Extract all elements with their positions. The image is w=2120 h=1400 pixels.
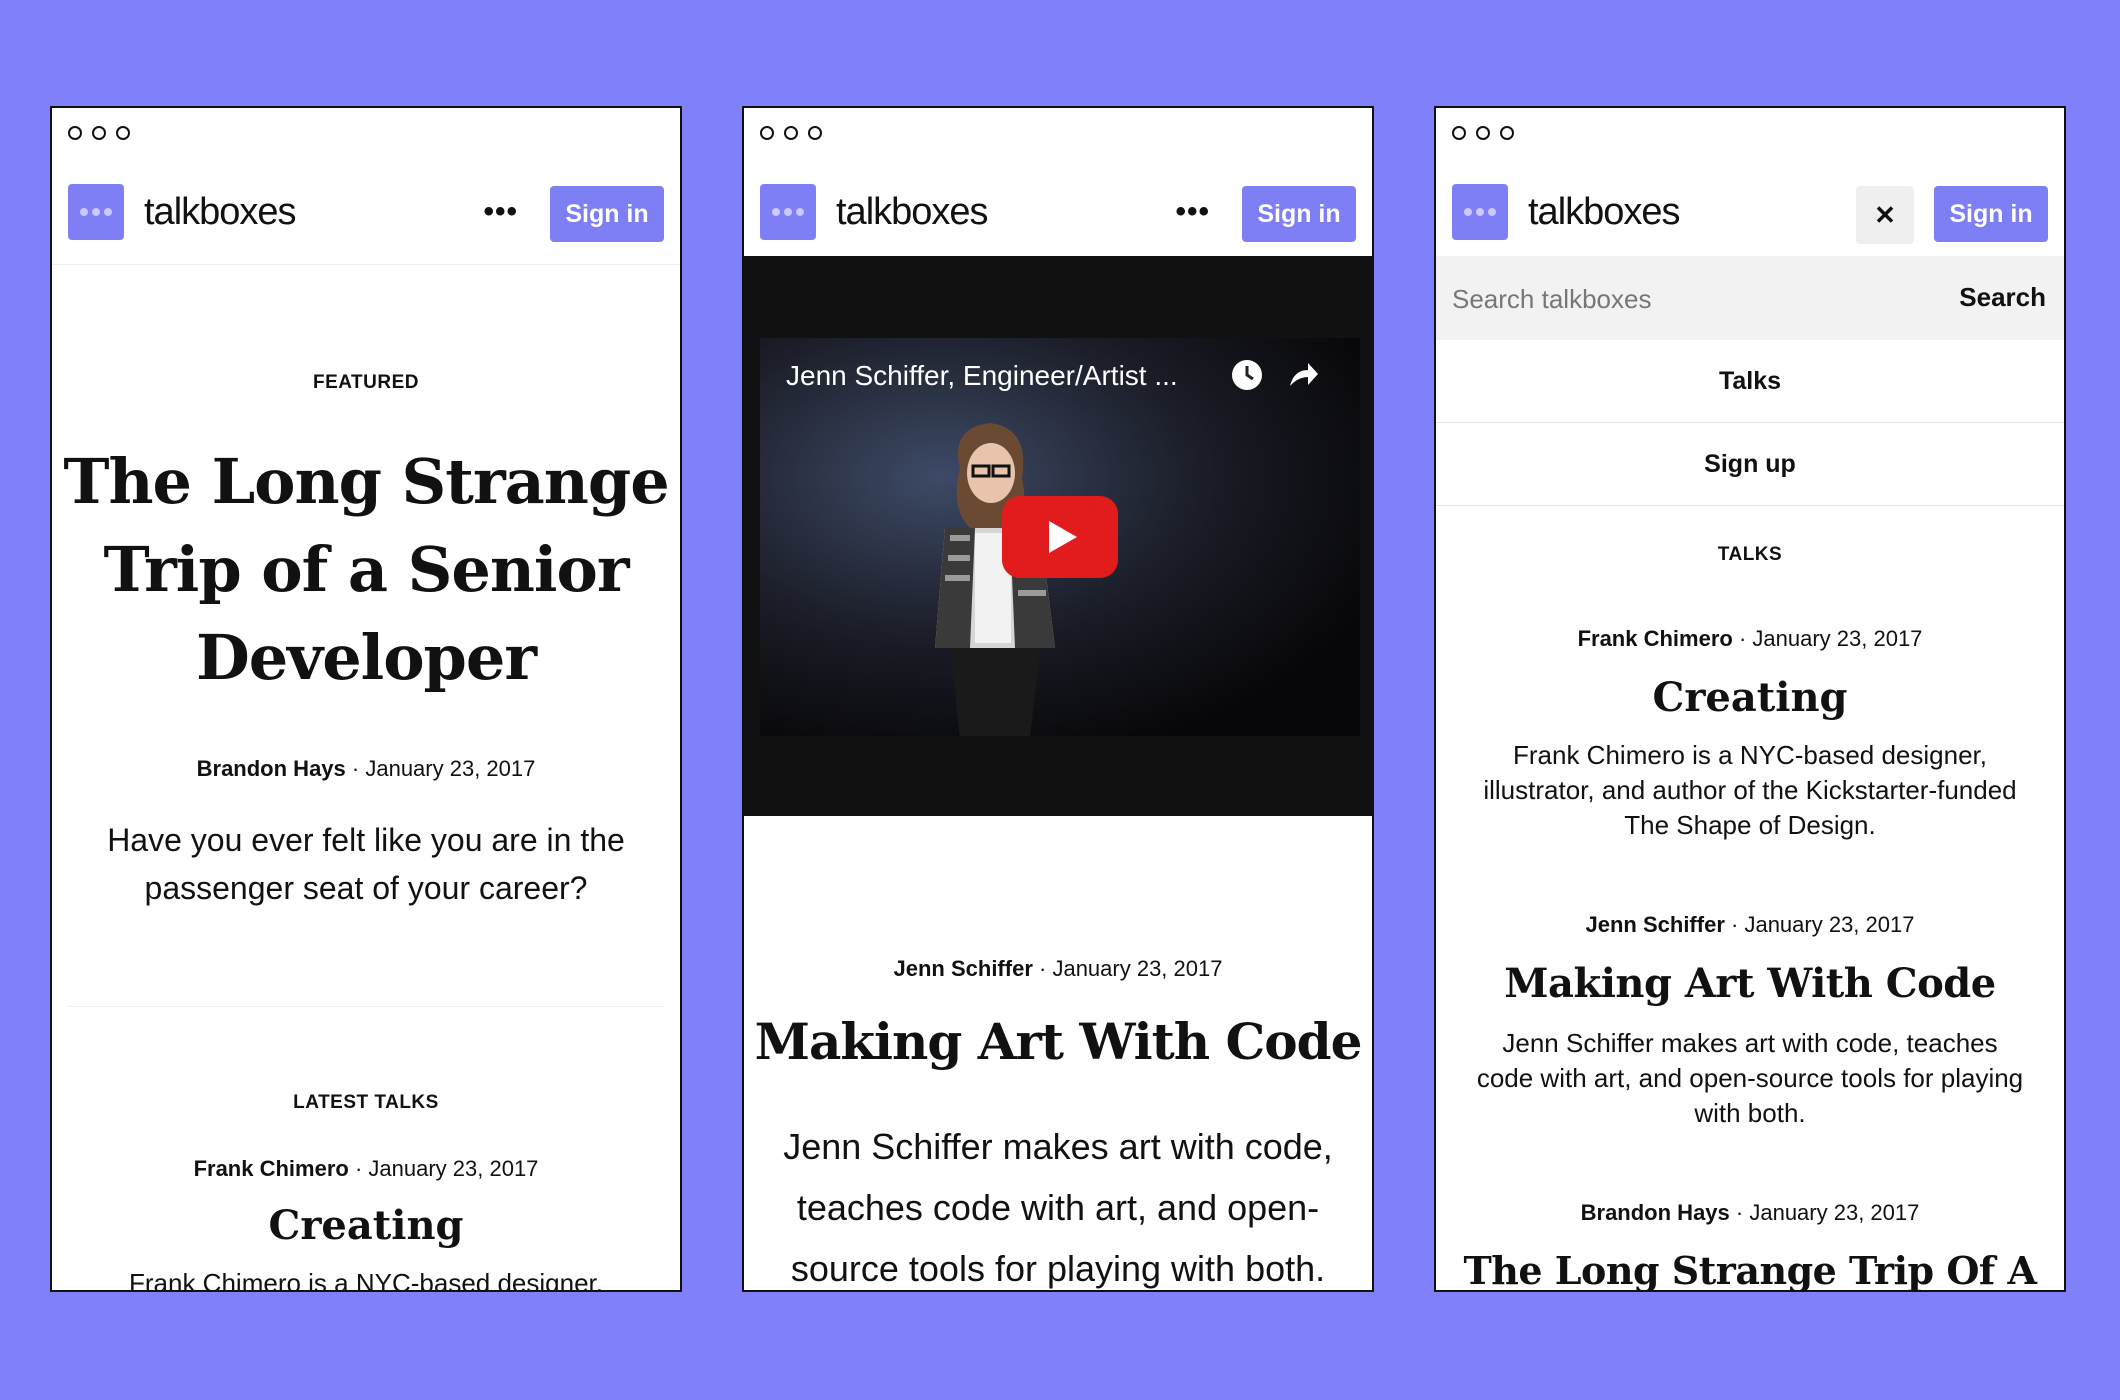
author-name[interactable]: Brandon Hays [197, 756, 346, 781]
more-menu-icon[interactable]: ••• [483, 197, 518, 227]
divider [68, 1006, 664, 1007]
talk-byline: Brandon Hays · January 23, 2017 [1436, 1200, 2064, 1226]
window-dot[interactable] [1452, 126, 1466, 140]
window-dot[interactable] [92, 126, 106, 140]
top-nav: talkboxes ✕ Sign in [1436, 180, 2064, 264]
phone-screen-featured: talkboxes ••• Sign in FEATURED The Long … [50, 106, 682, 1292]
sign-in-button[interactable]: Sign in [1934, 186, 2048, 242]
byline: Brandon Hays · January 23, 2017 [52, 756, 680, 782]
talk-title[interactable]: Making Art With Code [1436, 960, 2064, 1007]
window-chrome [744, 108, 1372, 164]
search-bar: Search talkboxes Search [1436, 256, 2064, 340]
author-name[interactable]: Jenn Schiffer [1586, 912, 1725, 937]
talk-byline: Frank Chimero · January 23, 2017 [1436, 626, 2064, 652]
publish-date: · January 23, 2017 [354, 1156, 539, 1181]
video-player[interactable]: Jenn Schiffer, Engineer/Artist ... [760, 338, 1360, 736]
latest-talks-heading: LATEST TALKS [293, 1092, 439, 1113]
publish-date: · January 23, 2017 [351, 756, 536, 781]
sign-in-button[interactable]: Sign in [1242, 186, 1356, 242]
window-dot[interactable] [1476, 126, 1490, 140]
top-nav: talkboxes ••• Sign in [52, 180, 680, 265]
featured-title[interactable]: The Long Strange Trip of a Senior Develo… [52, 438, 680, 702]
play-icon [1049, 521, 1077, 553]
sign-in-button[interactable]: Sign in [550, 186, 664, 242]
byline: Jenn Schiffer · January 23, 2017 [744, 956, 1372, 982]
brand-name[interactable]: talkboxes [144, 188, 297, 236]
close-menu-button[interactable]: ✕ [1856, 186, 1914, 244]
author-name[interactable]: Frank Chimero [1578, 626, 1733, 651]
logo-icon[interactable] [1452, 184, 1508, 240]
phone-screen-talk: talkboxes ••• Sign in Jenn Schiffer, Eng… [742, 106, 1374, 1292]
talk-description: Frank Chimero is a NYC-based designer, i… [1483, 740, 2017, 840]
talk-title: Making Art With Code [754, 1012, 1363, 1071]
brand-name[interactable]: talkboxes [1528, 188, 1681, 236]
menu-item-talks[interactable]: Talks [1436, 340, 2064, 423]
section-kicker: FEATURED [312, 372, 420, 393]
more-menu-icon[interactable]: ••• [1175, 197, 1210, 227]
video-title[interactable]: Jenn Schiffer, Engineer/Artist ... [786, 360, 1178, 392]
logo-icon[interactable] [760, 184, 816, 240]
video-section: Jenn Schiffer, Engineer/Artist ... [744, 256, 1372, 816]
publish-date: · January 23, 2017 [1738, 626, 1923, 651]
talks-heading: TALKS [1717, 544, 1783, 565]
window-dot[interactable] [760, 126, 774, 140]
author-name[interactable]: Frank Chimero [194, 1156, 349, 1181]
window-dot[interactable] [808, 126, 822, 140]
window-chrome [1436, 108, 2064, 164]
publish-date: · January 23, 2017 [1731, 912, 1915, 937]
publish-date: · January 23, 2017 [1039, 956, 1223, 981]
author-name[interactable]: Jenn Schiffer [894, 956, 1033, 981]
search-button[interactable]: Search [1959, 282, 2046, 313]
featured-summary: Have you ever felt like you are in the p… [107, 822, 625, 906]
talk-description: Jenn Schiffer makes art with code, teach… [1476, 1028, 2024, 1128]
menu-item-sign-up[interactable]: Sign up [1436, 423, 2064, 506]
window-dot[interactable] [1500, 126, 1514, 140]
top-nav: talkboxes ••• Sign in [744, 180, 1372, 265]
author-name[interactable]: Brandon Hays [1581, 1200, 1730, 1225]
latest-byline: Frank Chimero · January 23, 2017 [52, 1156, 680, 1182]
talk-title[interactable]: Creating [1436, 674, 2064, 721]
latest-talk-description: Frank Chimero is a NYC-based designer, [129, 1268, 603, 1292]
share-icon[interactable] [1286, 358, 1320, 392]
window-dot[interactable] [68, 126, 82, 140]
publish-date: · January 23, 2017 [1735, 1200, 1920, 1225]
logo-icon[interactable] [68, 184, 124, 240]
latest-talk-title[interactable]: Creating [52, 1202, 680, 1249]
talk-title[interactable]: The Long Strange Trip Of A [1436, 1248, 2064, 1290]
phone-screen-menu-open: talkboxes ✕ Sign in Search talkboxes Sea… [1434, 106, 2066, 1292]
window-dot[interactable] [116, 126, 130, 140]
brand-name[interactable]: talkboxes [836, 188, 989, 236]
talk-byline: Jenn Schiffer · January 23, 2017 [1436, 912, 2064, 938]
watch-later-icon[interactable] [1230, 358, 1264, 392]
search-input[interactable]: Search talkboxes [1452, 284, 1651, 315]
window-dot[interactable] [784, 126, 798, 140]
talk-description: Jenn Schiffer makes art with code, teach… [783, 1126, 1333, 1289]
play-button[interactable] [1002, 496, 1118, 578]
window-chrome [52, 108, 680, 164]
